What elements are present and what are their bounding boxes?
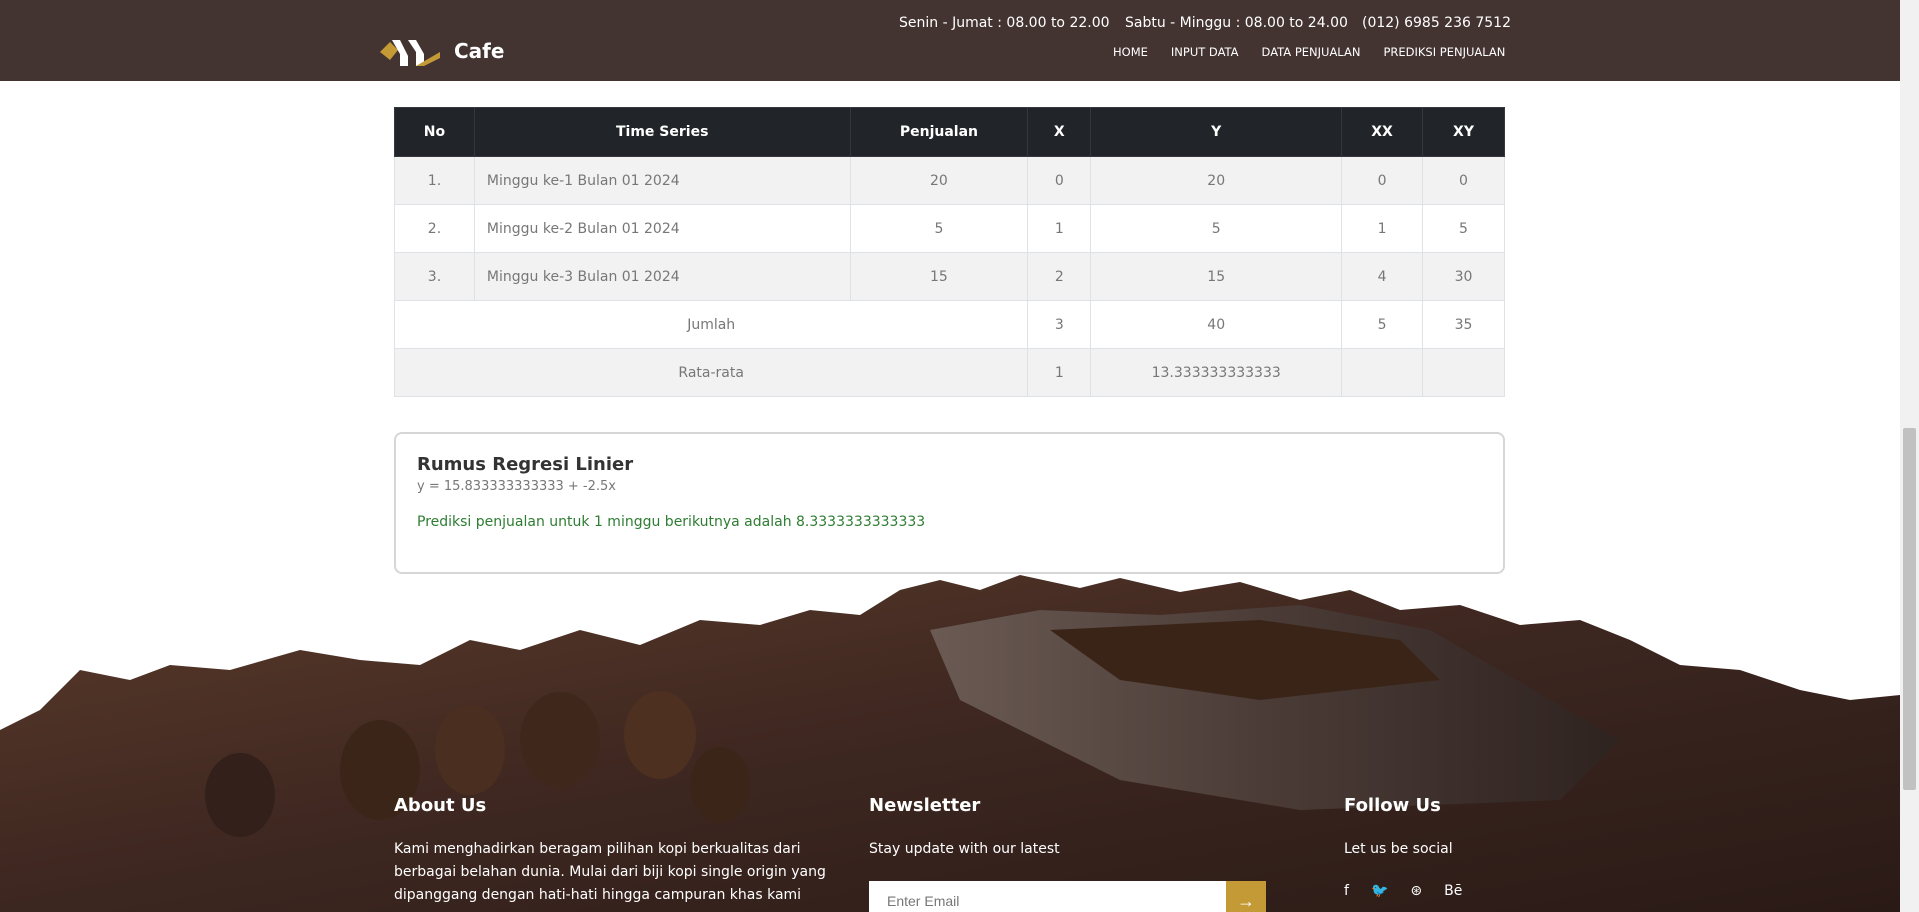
newsletter-text: Stay update with our latest bbox=[869, 841, 1060, 857]
cell-no: 1. bbox=[394, 156, 475, 205]
average-y: 13.333333333333 bbox=[1090, 348, 1343, 397]
newsletter-title: Newsletter bbox=[869, 795, 981, 816]
follow-text: Let us be social bbox=[1344, 841, 1453, 857]
hours-weekday: Senin - Jumat : 08.00 to 22.00 bbox=[899, 15, 1110, 31]
total-xy: 35 bbox=[1422, 300, 1505, 349]
newsletter-section: Newsletter Stay update with our latest bbox=[869, 795, 1269, 861]
average-xx bbox=[1341, 348, 1424, 397]
social-links: f 🐦 ⊛ Bē bbox=[1344, 883, 1484, 899]
total-x: 3 bbox=[1027, 300, 1092, 349]
table-row: 2. Minggu ke-2 Bulan 01 2024 5 1 5 1 5 bbox=[394, 204, 1505, 253]
average-xy bbox=[1422, 348, 1505, 397]
follow-section: Follow Us Let us be social bbox=[1344, 795, 1584, 861]
follow-title: Follow Us bbox=[1344, 795, 1441, 816]
regression-card: Rumus Regresi Linier y = 15.833333333333… bbox=[394, 432, 1505, 574]
table-header-row: No Time Series Penjualan X Y XX XY bbox=[394, 107, 1505, 157]
cell-y: 5 bbox=[1090, 204, 1343, 253]
col-header-no: No bbox=[394, 107, 475, 157]
table-row: 3. Minggu ke-3 Bulan 01 2024 15 2 15 4 3… bbox=[394, 252, 1505, 301]
page: Cafe Senin - Jumat : 08.00 to 22.00 Sabt… bbox=[0, 0, 1919, 912]
cell-xy: 0 bbox=[1422, 156, 1505, 205]
hours-weekend: Sabtu - Minggu : 08.00 to 24.00 bbox=[1125, 15, 1348, 31]
cell-no: 3. bbox=[394, 252, 475, 301]
subscribe-button[interactable]: → bbox=[1226, 881, 1266, 912]
cell-x: 0 bbox=[1027, 156, 1092, 205]
col-header-time-series: Time Series bbox=[473, 107, 851, 157]
cell-time-series: Minggu ke-3 Bulan 01 2024 bbox=[473, 252, 851, 301]
nav-prediksi-penjualan[interactable]: PREDIKSI PENJUALAN bbox=[1383, 45, 1505, 59]
brand-name[interactable]: Cafe bbox=[454, 39, 504, 63]
cell-no: 2. bbox=[394, 204, 475, 253]
regression-title: Rumus Regresi Linier bbox=[417, 454, 634, 475]
main-nav: HOME INPUT DATA DATA PENJUALAN PREDIKSI … bbox=[1113, 45, 1528, 59]
dribbble-icon[interactable]: ⊛ bbox=[1410, 883, 1422, 899]
phone-number: (012) 6985 236 7512 bbox=[1362, 15, 1511, 31]
nav-home[interactable]: HOME bbox=[1113, 45, 1148, 59]
col-header-y: Y bbox=[1090, 107, 1343, 157]
cell-xx: 1 bbox=[1341, 204, 1424, 253]
table-row: 1. Minggu ke-1 Bulan 01 2024 20 0 20 0 0 bbox=[394, 156, 1505, 205]
total-label: Jumlah bbox=[393, 300, 1029, 349]
total-xx: 5 bbox=[1341, 300, 1424, 349]
cafe-logo-icon[interactable] bbox=[380, 36, 440, 68]
nav-data-penjualan[interactable]: DATA PENJUALAN bbox=[1262, 45, 1361, 59]
facebook-icon[interactable]: f bbox=[1344, 883, 1349, 899]
average-label: Rata-rata bbox=[393, 348, 1029, 397]
email-input[interactable] bbox=[869, 881, 1226, 912]
behance-icon[interactable]: Bē bbox=[1444, 883, 1462, 899]
cell-time-series: Minggu ke-1 Bulan 01 2024 bbox=[473, 156, 851, 205]
about-section: About Us Kami menghadirkan beragam pilih… bbox=[394, 795, 834, 907]
arrow-right-icon: → bbox=[1237, 891, 1255, 911]
cell-xx: 0 bbox=[1341, 156, 1424, 205]
col-header-x: X bbox=[1027, 107, 1092, 157]
scrollbar-thumb[interactable] bbox=[1903, 428, 1916, 790]
cell-penjualan: 15 bbox=[849, 252, 1029, 301]
cell-x: 1 bbox=[1027, 204, 1092, 253]
cell-time-series: Minggu ke-2 Bulan 01 2024 bbox=[473, 204, 851, 253]
average-x: 1 bbox=[1027, 348, 1092, 397]
total-row: Jumlah 3 40 5 35 bbox=[393, 300, 1505, 349]
total-y: 40 bbox=[1090, 300, 1343, 349]
about-title: About Us bbox=[394, 795, 487, 816]
cell-penjualan: 5 bbox=[849, 204, 1029, 253]
cell-xy: 5 bbox=[1422, 204, 1505, 253]
average-row: Rata-rata 1 13.333333333333 bbox=[393, 348, 1505, 397]
cell-penjualan: 20 bbox=[849, 156, 1029, 205]
cell-y: 20 bbox=[1090, 156, 1343, 205]
site-header: Cafe Senin - Jumat : 08.00 to 22.00 Sabt… bbox=[0, 0, 1900, 81]
nav-input-data[interactable]: INPUT DATA bbox=[1171, 45, 1239, 59]
col-header-xx: XX bbox=[1341, 107, 1424, 157]
regression-table: No Time Series Penjualan X Y XX XY 1. Mi… bbox=[393, 107, 1505, 397]
prediction-text: Prediksi penjualan untuk 1 minggu beriku… bbox=[417, 514, 926, 530]
cell-xy: 30 bbox=[1422, 252, 1505, 301]
cell-x: 2 bbox=[1027, 252, 1092, 301]
regression-formula: y = 15.833333333333 + -2.5x bbox=[417, 479, 616, 494]
cell-xx: 4 bbox=[1341, 252, 1424, 301]
col-header-xy: XY bbox=[1422, 107, 1505, 157]
cell-y: 15 bbox=[1090, 252, 1343, 301]
twitter-icon[interactable]: 🐦 bbox=[1371, 883, 1388, 899]
about-text: Kami menghadirkan beragam pilihan kopi b… bbox=[394, 841, 826, 903]
col-header-penjualan: Penjualan bbox=[849, 107, 1029, 157]
